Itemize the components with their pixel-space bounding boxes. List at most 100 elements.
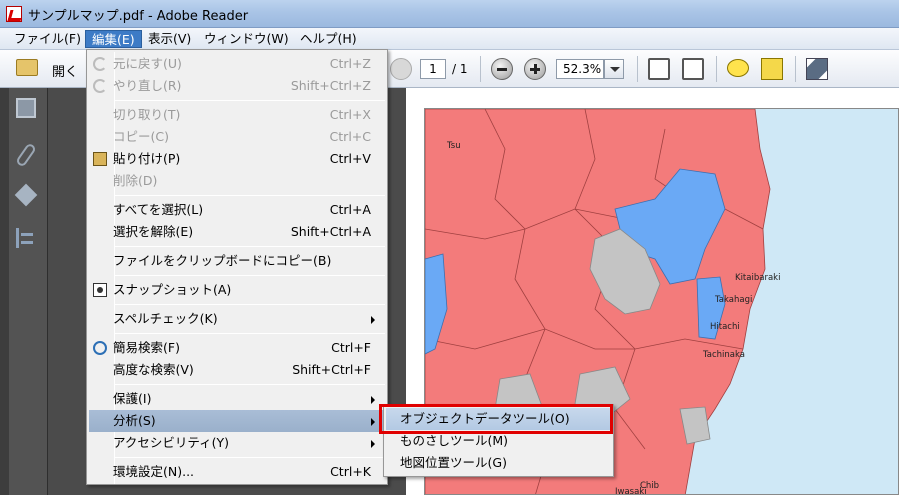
comment-bubble-icon[interactable] (727, 59, 749, 77)
submenu-item-geo-location-tool[interactable]: 地図位置ツール(G) (386, 452, 611, 474)
menu-item-label: 削除(D) (113, 173, 158, 188)
menu-item-shortcut: Shift+Ctrl+Z (290, 78, 371, 93)
menu-separator (115, 275, 385, 276)
menu-item-label: 元に戻す(U) (113, 56, 182, 71)
menu-item-deselect[interactable]: 選択を解除(E) Shift+Ctrl+A (89, 221, 385, 243)
menu-item-shortcut: Ctrl+X (329, 107, 371, 122)
menu-item-shortcut: Shift+Ctrl+A (290, 224, 371, 239)
menu-view[interactable]: 表示(V) (142, 30, 197, 48)
toolbar-separator (716, 56, 717, 82)
menu-item-shortcut: Ctrl+F (331, 340, 371, 355)
menu-item-redo[interactable]: やり直し(R) Shift+Ctrl+Z (89, 75, 385, 97)
menu-help[interactable]: ヘルプ(H) (294, 30, 363, 48)
menu-item-shortcut: Ctrl+V (329, 151, 371, 166)
menu-item-shortcut: Ctrl+Z (329, 56, 371, 71)
menu-item-accessibility[interactable]: アクセシビリティ(Y) (89, 432, 385, 454)
menu-item-delete[interactable]: 削除(D) (89, 170, 385, 192)
menu-item-analysis[interactable]: 分析(S) (89, 410, 385, 432)
page-total: / 1 (452, 62, 468, 76)
menu-item-preferences[interactable]: 環境設定(N)... Ctrl+K (89, 461, 385, 483)
next-page-button[interactable] (390, 58, 412, 80)
menu-separator (115, 246, 385, 247)
menu-separator (115, 457, 385, 458)
map-label: Takahagi (715, 295, 753, 305)
toolbar-separator (480, 56, 481, 82)
zoom-dropdown-button[interactable] (604, 59, 624, 79)
page-number-input[interactable]: 1 (420, 59, 446, 79)
menu-item-label: 切り取り(T) (113, 107, 181, 122)
camera-snapshot-icon (93, 283, 107, 297)
menu-file[interactable]: ファイル(F) (8, 30, 87, 48)
menu-window[interactable]: ウィンドウ(W) (198, 30, 295, 48)
menu-edit[interactable]: 編集(E) (85, 30, 142, 48)
navigation-pane (0, 88, 48, 495)
search-magnifier-icon (93, 341, 107, 355)
menu-item-label: アクセシビリティ(Y) (113, 435, 230, 450)
open-button-label[interactable]: 開く (52, 61, 78, 80)
menu-separator (115, 333, 385, 334)
menu-item-label: 選択を解除(E) (113, 224, 194, 239)
menu-item-copy[interactable]: コピー(C) Ctrl+C (89, 126, 385, 148)
menu-separator (115, 195, 385, 196)
map-label: Hitachi (710, 322, 740, 332)
submenu-arrow-icon (371, 316, 375, 324)
menu-separator (115, 304, 385, 305)
menu-item-cut[interactable]: 切り取り(T) Ctrl+X (89, 104, 385, 126)
menu-item-advanced-search[interactable]: 高度な検索(V) Shift+Ctrl+F (89, 359, 385, 381)
menu-item-select-all[interactable]: すべてを選択(L) Ctrl+A (89, 199, 385, 221)
menu-item-shortcut: Ctrl+K (330, 464, 371, 479)
submenu-arrow-icon (371, 418, 375, 426)
highlight-pen-icon[interactable] (761, 58, 783, 80)
menu-item-label: 高度な検索(V) (113, 362, 194, 377)
menu-item-label: すべてを選択(L) (113, 202, 204, 217)
menu-item-label: スナップショット(A) (113, 282, 232, 297)
menu-item-label: スペルチェック(K) (113, 311, 218, 326)
redo-icon (93, 79, 107, 93)
zoom-level-input[interactable]: 52.3% (556, 59, 604, 79)
edit-menu-dropdown: 元に戻す(U) Ctrl+Z やり直し(R) Shift+Ctrl+Z 切り取り… (86, 49, 388, 485)
layers-icon[interactable] (14, 183, 38, 207)
menu-item-undo[interactable]: 元に戻す(U) Ctrl+Z (89, 53, 385, 75)
submenu-item-label: 地図位置ツール(G) (400, 455, 507, 470)
full-screen-icon[interactable] (806, 58, 828, 80)
zoom-out-button[interactable] (491, 58, 513, 80)
highlight-annotation-box (379, 404, 613, 434)
menu-item-protection[interactable]: 保護(I) (89, 388, 385, 410)
menu-item-label: 環境設定(N)... (113, 464, 195, 479)
window-title: サンプルマップ.pdf - Adobe Reader (28, 9, 249, 24)
menu-item-shortcut: Ctrl+C (329, 129, 371, 144)
menu-item-shortcut: Ctrl+A (329, 202, 371, 217)
paste-clipboard-icon (93, 152, 107, 166)
menu-item-spell-check[interactable]: スペルチェック(K) (89, 308, 385, 330)
page-thumbnails-icon[interactable] (16, 98, 36, 118)
menu-item-label: 簡易検索(F) (113, 340, 180, 355)
pdf-file-icon (6, 6, 22, 22)
toolbar-separator (637, 56, 638, 82)
menu-item-shortcut: Shift+Ctrl+F (292, 362, 371, 377)
open-folder-icon[interactable] (16, 59, 38, 76)
menu-item-label: コピー(C) (113, 129, 169, 144)
map-label: Tsu (447, 141, 461, 151)
menu-bar: ファイル(F) 編集(E) 表示(V) ウィンドウ(W) ヘルプ(H) (0, 28, 899, 50)
map-label: Iwasaki (615, 487, 647, 495)
zoom-in-button[interactable] (524, 58, 546, 80)
title-bar: サンプルマップ.pdf - Adobe Reader (0, 0, 899, 28)
menu-item-copy-file-to-clipboard[interactable]: ファイルをクリップボードにコピー(B) (89, 250, 385, 272)
menu-item-label: やり直し(R) (113, 78, 182, 93)
map-label: Tachinaka (703, 350, 745, 360)
menu-item-paste[interactable]: 貼り付け(P) Ctrl+V (89, 148, 385, 170)
fit-page-icon[interactable] (648, 58, 670, 80)
undo-icon (93, 57, 107, 71)
submenu-arrow-icon (371, 440, 375, 448)
menu-item-find[interactable]: 簡易検索(F) Ctrl+F (89, 337, 385, 359)
model-tree-icon[interactable] (16, 228, 36, 248)
map-label: Kitaibaraki (735, 273, 781, 283)
menu-separator (115, 100, 385, 101)
attachments-paperclip-icon[interactable] (15, 142, 37, 168)
submenu-arrow-icon (371, 396, 375, 404)
menu-item-snapshot[interactable]: スナップショット(A) (89, 279, 385, 301)
menu-item-label: 分析(S) (113, 413, 156, 428)
fit-width-icon[interactable] (682, 58, 704, 80)
menu-item-label: 貼り付け(P) (113, 151, 181, 166)
menu-separator (115, 384, 385, 385)
